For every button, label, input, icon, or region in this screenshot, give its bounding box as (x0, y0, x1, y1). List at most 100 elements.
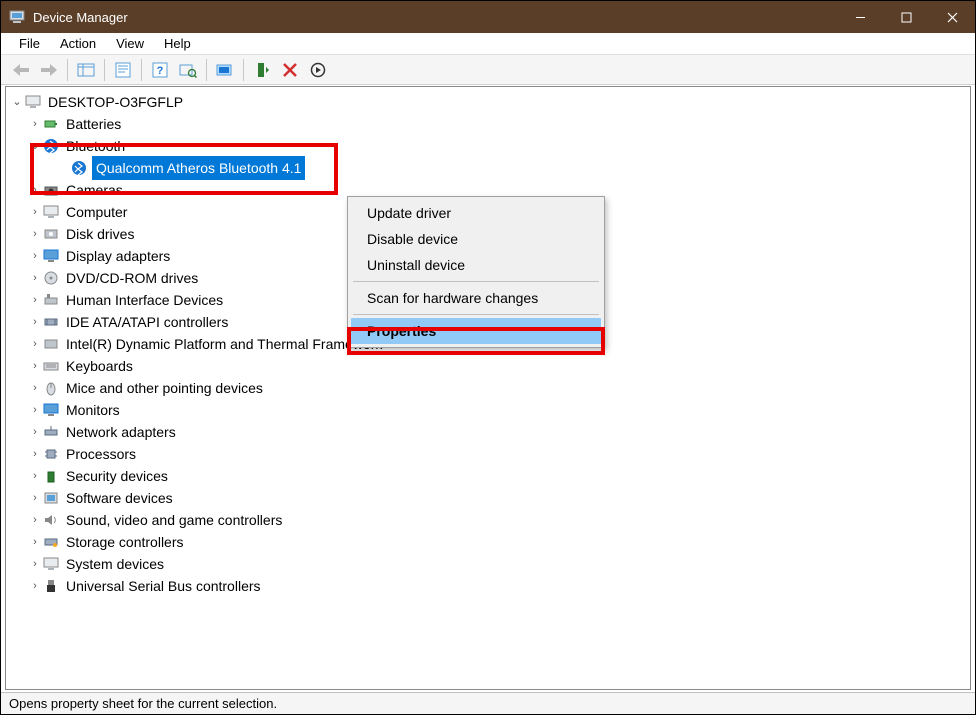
help-button[interactable]: ? (146, 58, 174, 82)
chevron-right-icon[interactable]: › (28, 399, 42, 421)
chevron-right-icon[interactable]: › (28, 201, 42, 223)
tree-node-label: Qualcomm Atheros Bluetooth 4.1 (92, 156, 305, 180)
chevron-right-icon[interactable]: › (28, 487, 42, 509)
battery-icon (42, 115, 60, 133)
software-icon (42, 489, 60, 507)
back-button[interactable] (7, 58, 35, 82)
tree-node-label: Cameras (64, 179, 125, 201)
tree-node-label: Computer (64, 201, 129, 223)
chevron-right-icon[interactable]: › (28, 333, 42, 355)
tree-node-computer-root[interactable]: ⌄ DESKTOP-O3FGFLP (6, 91, 970, 113)
menu-view[interactable]: View (106, 34, 154, 53)
scan-hardware-button[interactable] (174, 58, 202, 82)
tree-node-label: Security devices (64, 465, 170, 487)
device-manager-icon (9, 9, 25, 25)
svg-text:?: ? (157, 65, 164, 77)
tree-node-label: IDE ATA/ATAPI controllers (64, 311, 230, 333)
forward-button[interactable] (35, 58, 63, 82)
menu-action[interactable]: Action (50, 34, 106, 53)
ide-controller-icon (42, 313, 60, 331)
maximize-button[interactable] (883, 1, 929, 33)
sound-icon (42, 511, 60, 529)
hid-icon (42, 291, 60, 309)
toolbar-separator (206, 59, 207, 81)
toolbar-separator (67, 59, 68, 81)
dvd-icon (42, 269, 60, 287)
tree-node-label: Intel(R) Dynamic Platform and Thermal Fr… (64, 333, 384, 355)
menu-help[interactable]: Help (154, 34, 201, 53)
tree-node-processors[interactable]: › Processors (6, 443, 970, 465)
chevron-down-icon[interactable]: ⌄ (10, 91, 24, 113)
tree-node-label: Disk drives (64, 223, 136, 245)
tree-node-label: Monitors (64, 399, 122, 421)
window-titlebar: Device Manager (1, 1, 975, 33)
context-menu-properties[interactable]: Properties (351, 318, 601, 344)
chevron-right-icon[interactable]: › (28, 355, 42, 377)
processor-icon (42, 445, 60, 463)
chevron-right-icon[interactable]: › (28, 245, 42, 267)
tree-node-label: Storage controllers (64, 531, 186, 553)
chevron-right-icon[interactable]: › (28, 443, 42, 465)
tree-node-label: Keyboards (64, 355, 135, 377)
monitor-icon (42, 401, 60, 419)
context-menu: Update driver Disable device Uninstall d… (347, 196, 605, 348)
tree-node-network[interactable]: › Network adapters (6, 421, 970, 443)
chevron-right-icon[interactable]: › (28, 575, 42, 597)
chevron-right-icon[interactable]: › (28, 377, 42, 399)
tree-node-label: Software devices (64, 487, 175, 509)
bluetooth-icon (42, 137, 60, 155)
tree-node-bluetooth-device[interactable]: Qualcomm Atheros Bluetooth 4.1 (6, 157, 970, 179)
menu-file[interactable]: File (9, 34, 50, 53)
status-bar: Opens property sheet for the current sel… (1, 692, 975, 714)
chevron-right-icon[interactable]: › (28, 113, 42, 135)
show-hide-tree-button[interactable] (72, 58, 100, 82)
tree-node-system[interactable]: › System devices (6, 553, 970, 575)
computer-icon (42, 203, 60, 221)
mouse-icon (42, 379, 60, 397)
close-button[interactable] (929, 1, 975, 33)
chevron-down-icon[interactable]: ⌄ (28, 135, 42, 157)
disable-device-button[interactable] (304, 58, 332, 82)
tree-node-sound[interactable]: › Sound, video and game controllers (6, 509, 970, 531)
tree-node-bluetooth[interactable]: ⌄ Bluetooth (6, 135, 970, 157)
context-menu-uninstall-device[interactable]: Uninstall device (351, 252, 601, 278)
tree-node-usb[interactable]: › Universal Serial Bus controllers (6, 575, 970, 597)
tree-node-label: Display adapters (64, 245, 172, 267)
chevron-right-icon[interactable]: › (28, 509, 42, 531)
chevron-right-icon[interactable]: › (28, 223, 42, 245)
chevron-right-icon[interactable]: › (28, 465, 42, 487)
computer-icon (24, 93, 42, 111)
chevron-right-icon[interactable]: › (28, 553, 42, 575)
chevron-right-icon[interactable]: › (28, 179, 42, 201)
context-menu-update-driver[interactable]: Update driver (351, 200, 601, 226)
chevron-right-icon[interactable]: › (28, 267, 42, 289)
tree-node-mice[interactable]: › Mice and other pointing devices (6, 377, 970, 399)
context-menu-disable-device[interactable]: Disable device (351, 226, 601, 252)
enable-device-button[interactable] (248, 58, 276, 82)
display-adapter-icon (42, 247, 60, 265)
toolbar-separator (141, 59, 142, 81)
uninstall-device-button[interactable] (276, 58, 304, 82)
tree-node-monitors[interactable]: › Monitors (6, 399, 970, 421)
tree-node-storage[interactable]: › Storage controllers (6, 531, 970, 553)
chevron-right-icon[interactable]: › (28, 421, 42, 443)
tree-view-panel: ⌄ DESKTOP-O3FGFLP › Batteries ⌄ Bluetoot… (5, 86, 971, 690)
tree-node-label: Human Interface Devices (64, 289, 225, 311)
tree-node-software[interactable]: › Software devices (6, 487, 970, 509)
tree-node-label: Batteries (64, 113, 123, 135)
tree-node-label: System devices (64, 553, 166, 575)
tree-node-keyboards[interactable]: › Keyboards (6, 355, 970, 377)
update-driver-button[interactable] (211, 58, 239, 82)
chevron-right-icon[interactable]: › (28, 289, 42, 311)
chevron-right-icon[interactable]: › (28, 311, 42, 333)
platform-icon (42, 335, 60, 353)
minimize-button[interactable] (837, 1, 883, 33)
bluetooth-icon (70, 159, 88, 177)
tree-node-batteries[interactable]: › Batteries (6, 113, 970, 135)
context-menu-scan-hardware[interactable]: Scan for hardware changes (351, 285, 601, 311)
window-title: Device Manager (33, 10, 837, 25)
properties-button[interactable] (109, 58, 137, 82)
keyboard-icon (42, 357, 60, 375)
chevron-right-icon[interactable]: › (28, 531, 42, 553)
tree-node-security[interactable]: › Security devices (6, 465, 970, 487)
